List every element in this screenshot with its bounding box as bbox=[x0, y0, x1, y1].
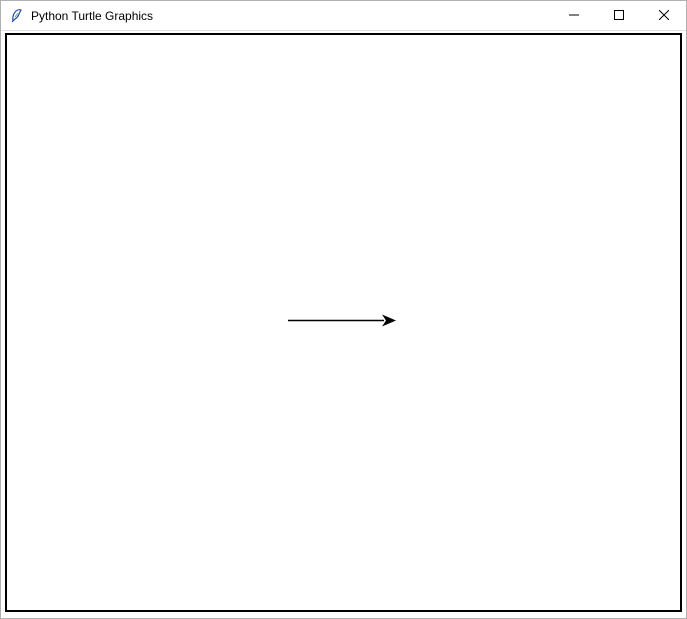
window-title: Python Turtle Graphics bbox=[31, 9, 551, 23]
feather-icon bbox=[9, 8, 25, 24]
application-window: Python Turtle Graphics bbox=[0, 0, 687, 619]
maximize-button[interactable] bbox=[596, 1, 641, 30]
turtle-cursor-arrow-icon bbox=[382, 314, 396, 326]
minimize-icon bbox=[569, 8, 579, 23]
titlebar[interactable]: Python Turtle Graphics bbox=[1, 1, 686, 31]
minimize-button[interactable] bbox=[551, 1, 596, 30]
turtle-canvas bbox=[5, 33, 682, 612]
turtle-drawing bbox=[284, 310, 404, 335]
maximize-icon bbox=[614, 8, 624, 23]
close-icon bbox=[659, 8, 669, 23]
window-controls bbox=[551, 1, 686, 30]
close-button[interactable] bbox=[641, 1, 686, 30]
